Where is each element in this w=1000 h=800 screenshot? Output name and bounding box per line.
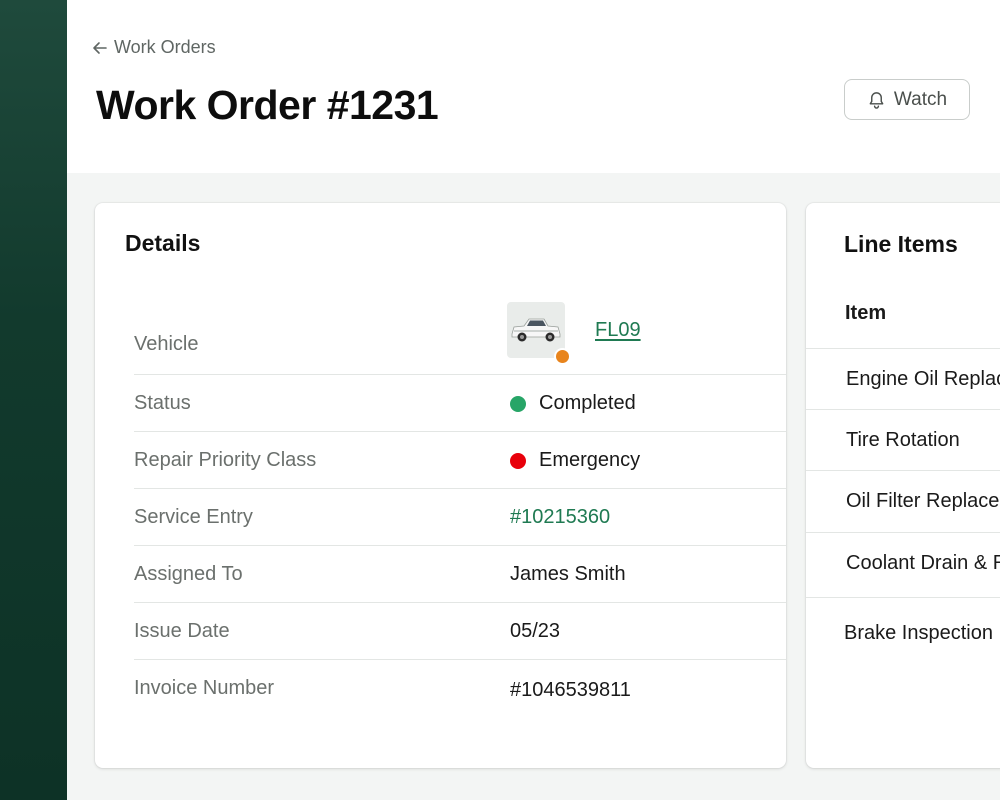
bell-icon xyxy=(869,92,884,109)
item-column-header: Item xyxy=(845,302,887,324)
priority-value: Emergency xyxy=(510,449,640,472)
service-entry-link[interactable]: #10215360 xyxy=(510,506,610,529)
back-link[interactable]: Work Orders xyxy=(92,37,216,58)
vehicle-label: Vehicle xyxy=(134,333,199,355)
line-item-label: Engine Oil Replacement xyxy=(846,368,1000,390)
detail-row-status: Status Completed xyxy=(134,375,786,432)
line-item-row[interactable]: Oil Filter Replacement xyxy=(806,470,1000,532)
detail-row-priority: Repair Priority Class Emergency xyxy=(134,432,786,489)
vehicle-link[interactable]: FL09 xyxy=(595,319,641,342)
priority-label: Repair Priority Class xyxy=(134,449,317,471)
arrow-left-icon xyxy=(93,41,107,54)
line-item-row[interactable]: Coolant Drain & Refill xyxy=(806,532,1000,597)
line-item-label: Coolant Drain & Refill xyxy=(846,552,1000,574)
invoice-value: #1046539811 xyxy=(510,679,631,701)
status-value: Completed xyxy=(510,392,636,415)
detail-row-invoice: Invoice Number #1046539811 xyxy=(134,660,786,717)
watch-button[interactable]: Watch xyxy=(844,79,970,120)
vehicle-thumbnail[interactable] xyxy=(507,302,571,365)
line-item-label: Oil Filter Replacement xyxy=(846,490,1000,512)
status-label: Status xyxy=(134,392,191,414)
vehicle-status-indicator xyxy=(554,348,571,365)
page-title: Work Order #1231 xyxy=(96,82,439,128)
detail-row-service-entry: Service Entry #10215360 xyxy=(134,489,786,546)
details-card: Details Vehicle FL09 Status Completed Re… xyxy=(95,203,786,768)
back-link-label: Work Orders xyxy=(114,37,216,57)
line-item-row[interactable]: Brake Inspection xyxy=(806,597,1000,667)
priority-dot-icon xyxy=(510,452,526,469)
line-item-row[interactable]: Tire Rotation xyxy=(806,409,1000,470)
detail-row-assigned-to: Assigned To James Smith xyxy=(134,546,786,603)
line-item-label: Tire Rotation xyxy=(846,429,960,451)
detail-row-vehicle: Vehicle FL09 xyxy=(134,302,786,375)
status-text: Completed xyxy=(539,392,636,414)
assigned-to-value: James Smith xyxy=(510,563,626,585)
assigned-to-label: Assigned To xyxy=(134,563,243,585)
line-item-row[interactable]: Engine Oil Replacement xyxy=(806,348,1000,409)
issue-date-value: 05/23 xyxy=(510,620,561,642)
priority-text: Emergency xyxy=(539,449,641,471)
page-header: Work Orders Work Order #1231 Watch xyxy=(67,0,1000,173)
issue-date-label: Issue Date xyxy=(134,620,230,642)
details-title: Details xyxy=(125,230,201,256)
sidebar xyxy=(0,0,67,800)
line-items-title: Line Items xyxy=(844,231,958,257)
invoice-label: Invoice Number xyxy=(134,677,275,699)
line-item-label: Brake Inspection xyxy=(844,622,993,644)
service-entry-label: Service Entry xyxy=(134,506,253,528)
detail-row-issue-date: Issue Date 05/23 xyxy=(134,603,786,660)
watch-button-label: Watch xyxy=(893,88,948,110)
line-items-card: Line Items Item Engine Oil Replacement T… xyxy=(806,203,1000,768)
status-dot-icon xyxy=(510,395,526,412)
truck-image xyxy=(511,318,561,342)
